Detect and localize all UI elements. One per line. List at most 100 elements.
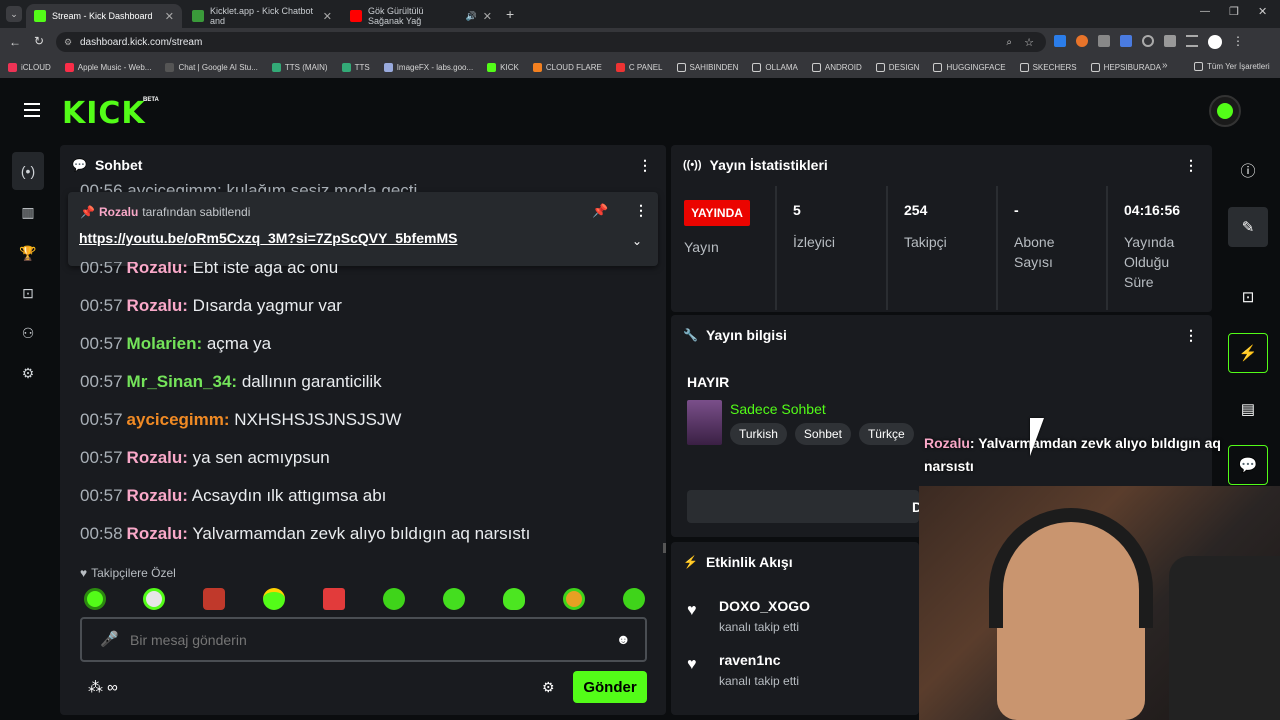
close-tab-icon[interactable]: ✕	[165, 10, 174, 23]
message-username[interactable]: aycicegimm:	[127, 410, 230, 429]
tag-pill[interactable]: Türkçe	[858, 423, 914, 445]
send-button[interactable]: Gönder	[573, 671, 647, 703]
pinned-options-icon[interactable]: ⋮	[634, 202, 648, 219]
back-icon[interactable]: ←	[9, 35, 21, 49]
close-tab-icon[interactable]: ✕	[483, 10, 492, 23]
emote-4[interactable]	[263, 588, 285, 610]
emote-6[interactable]	[383, 588, 405, 610]
chat-input[interactable]: 🎤 ☻	[80, 617, 647, 662]
nav-analytics-icon[interactable]: ▥	[16, 200, 40, 224]
message-username[interactable]: Mr_Sinan_34:	[127, 372, 238, 391]
message-username[interactable]: Rozalu:	[127, 296, 188, 315]
bookmark-item[interactable]: C PANEL	[615, 62, 663, 72]
address-bar[interactable]: ⚙ dashboard.kick.com/stream ⌕ ☆	[56, 32, 1046, 52]
bookmark-folder[interactable]: HUGGINGFACE	[933, 62, 1006, 72]
nav-trophy-icon[interactable]: 🏆	[16, 241, 40, 265]
tab-youtube[interactable]: Gök Gürültülü Sağanak Yağ 🔊 ✕	[342, 4, 500, 28]
bookmark-folder[interactable]: DESIGN	[875, 62, 919, 72]
info-icon[interactable]: ⓘ	[1228, 150, 1268, 190]
bookmark-item[interactable]: Chat | Google AI Stu...	[165, 62, 258, 72]
message-username[interactable]: Molarien:	[127, 334, 203, 353]
bookmark-item[interactable]: CLOUD FLARE	[532, 62, 602, 72]
extensions-puzzle-icon[interactable]	[1164, 35, 1176, 47]
bookmark-item[interactable]: ImageFX - labs.goo...	[383, 62, 473, 72]
expand-chevron-icon[interactable]: ⌄	[632, 234, 642, 248]
message-input[interactable]	[130, 630, 590, 650]
minimize-button[interactable]: —	[1200, 6, 1210, 17]
tab-kicklet[interactable]: Kicklet.app - Kick Chatbot and ✕	[184, 4, 340, 28]
bookmark-folder[interactable]: SAHIBINDEN	[676, 62, 738, 72]
nav-community-icon[interactable]: ⚇	[16, 321, 40, 345]
audio-playing-icon[interactable]: 🔊	[466, 11, 477, 22]
pinned-message[interactable]: 📌 Rozalu tarafından sabitlendi https://y…	[68, 192, 658, 266]
tab-search-button[interactable]: ⌄	[6, 6, 22, 22]
emote-10[interactable]	[623, 588, 645, 610]
browser-menu-icon[interactable]: ⋮	[1232, 35, 1244, 49]
bookmark-folder[interactable]: HEPSIBURADA	[1090, 62, 1161, 72]
bookmark-item[interactable]: TTS (MAIN)	[271, 62, 328, 72]
extension-4-icon[interactable]	[1120, 35, 1132, 47]
stats-options-icon[interactable]: ⋮	[1184, 157, 1198, 174]
bookmark-item[interactable]: TTS	[341, 62, 370, 72]
category-name[interactable]: Sadece Sohbet	[730, 401, 826, 417]
clip-icon[interactable]: ⊡	[1228, 277, 1268, 317]
bookmark-star-icon[interactable]: ☆	[1024, 36, 1034, 49]
category-thumbnail[interactable]	[687, 400, 722, 445]
profile-avatar-icon[interactable]	[1208, 35, 1222, 49]
zoom-icon[interactable]: ⌕	[1006, 37, 1012, 48]
kick-logo[interactable]: KICK	[62, 96, 146, 131]
message-username[interactable]: Rozalu:	[127, 524, 188, 543]
tag-pill[interactable]: Turkish	[730, 423, 787, 445]
bookmark-folder[interactable]: ANDROID	[811, 62, 862, 72]
message-username[interactable]: Rozalu:	[127, 448, 188, 467]
lightning-icon[interactable]: ⚡	[1228, 333, 1268, 373]
nav-settings-icon[interactable]: ⚙	[16, 361, 40, 385]
document-icon[interactable]: ▤	[1228, 389, 1268, 429]
activity-user[interactable]: DOXO_XOGO	[719, 598, 810, 614]
restore-button[interactable]: ❐	[1229, 5, 1239, 18]
edit-pencil-icon[interactable]: ✎	[1228, 207, 1268, 247]
tag-pill[interactable]: Sohbet	[794, 423, 851, 445]
emote-8[interactable]	[503, 588, 525, 610]
extension-icons[interactable]: ⋮	[1054, 35, 1244, 49]
new-tab-button[interactable]: +	[506, 6, 514, 22]
emote-5[interactable]	[323, 588, 345, 610]
extension-2-icon[interactable]	[1076, 35, 1088, 47]
bookmarks-overflow-icon[interactable]: »	[1162, 60, 1168, 71]
bookmark-item[interactable]: Apple Music - Web...	[64, 62, 151, 72]
all-bookmarks-button[interactable]: Tüm Yer İşaretleri	[1194, 62, 1270, 71]
edit-info-button[interactable]	[687, 490, 919, 523]
reload-icon[interactable]: ↻	[34, 34, 44, 48]
site-info-icon[interactable]: ⚙	[64, 37, 72, 48]
chat-options-icon[interactable]: ⋮	[638, 157, 652, 174]
nav-stream-icon[interactable]: (•)	[12, 152, 44, 190]
emoji-picker-icon[interactable]: ☻	[616, 631, 631, 647]
activity-user[interactable]: raven1nc	[719, 652, 780, 668]
tab-kick-dashboard[interactable]: Stream - Kick Dashboard ✕	[26, 4, 182, 28]
microphone-icon[interactable]: 🎤	[100, 630, 119, 648]
scrollbar-thumb[interactable]	[663, 543, 666, 553]
nav-clips-icon[interactable]: ⊡	[16, 281, 40, 305]
bookmark-folder[interactable]: SKECHERS	[1019, 62, 1077, 72]
bookmark-item[interactable]: iCLOUD	[8, 62, 51, 72]
unpin-icon[interactable]: 📌	[592, 203, 608, 219]
extension-1-icon[interactable]	[1054, 35, 1066, 47]
bookmark-item[interactable]: KICK	[487, 62, 519, 72]
hamburger-menu-icon[interactable]	[24, 103, 40, 117]
extension-5-icon[interactable]	[1142, 35, 1154, 47]
user-avatar[interactable]	[1209, 95, 1241, 127]
chat-settings-icon[interactable]: ⚙	[542, 679, 555, 696]
message-username[interactable]: Rozalu:	[127, 486, 188, 505]
window-close-button[interactable]: ✕	[1258, 5, 1267, 18]
chat-points-icon[interactable]: ⁂ ∞	[88, 678, 118, 696]
pinned-link[interactable]: https://youtu.be/oRm5Cxzq_3M?si=7ZpScQVY…	[79, 230, 457, 246]
emote-9[interactable]	[563, 588, 585, 610]
emote-7[interactable]	[443, 588, 465, 610]
close-tab-icon[interactable]: ✕	[323, 10, 332, 23]
info-options-icon[interactable]: ⋮	[1184, 327, 1198, 344]
emote-2[interactable]	[143, 588, 165, 610]
media-control-icon[interactable]	[1186, 35, 1198, 47]
bookmark-folder[interactable]: OLLAMA	[752, 62, 798, 72]
emote-1[interactable]	[84, 588, 106, 610]
emote-3[interactable]	[203, 588, 225, 610]
